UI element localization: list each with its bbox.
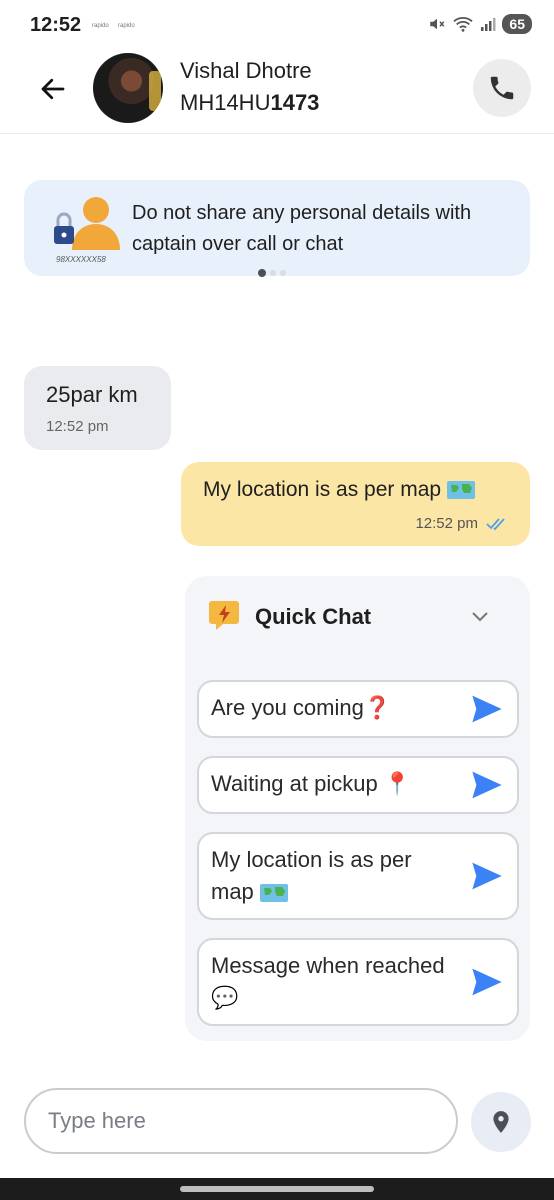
status-icons: 65 bbox=[428, 14, 532, 34]
outgoing-message[interactable]: My location is as per map 12:52 pm bbox=[181, 462, 530, 546]
carousel-dot[interactable] bbox=[270, 270, 276, 276]
wifi-icon bbox=[453, 17, 474, 32]
world-map-icon bbox=[446, 481, 475, 500]
privacy-message: Do not share any personal details with c… bbox=[132, 202, 472, 255]
privacy-banner: 98XXXXXX58 Do not share any personal det… bbox=[24, 180, 530, 276]
back-button[interactable] bbox=[36, 72, 70, 106]
quick-chat-option-label: My location is as per map bbox=[211, 847, 412, 904]
message-text: My location is as per map bbox=[203, 478, 508, 502]
message-time: 12:52 pm bbox=[415, 515, 478, 532]
chat-area[interactable]: 98XXXXXX58 Do not share any personal det… bbox=[0, 134, 554, 1080]
plate-prefix: MH14HU bbox=[180, 90, 271, 115]
quick-chat-option[interactable]: My location is as per map bbox=[197, 832, 519, 920]
message-text: 25par km bbox=[46, 382, 138, 407]
send-icon[interactable] bbox=[471, 770, 503, 800]
call-button[interactable] bbox=[473, 59, 531, 117]
chat-header: Vishal Dhotre MH14HU1473 bbox=[0, 52, 554, 134]
captain-avatar[interactable] bbox=[93, 53, 163, 123]
quick-chat-option-label: Are you coming❓ bbox=[211, 695, 392, 720]
quick-chat-option[interactable]: Waiting at pickup 📍 bbox=[197, 756, 519, 814]
send-icon[interactable] bbox=[471, 967, 503, 997]
quick-chat-lightning-icon bbox=[209, 601, 239, 630]
chevron-down-icon[interactable] bbox=[470, 606, 490, 626]
quick-chat-panel: Quick Chat Are you coming❓ Waiting at pi… bbox=[185, 576, 530, 1041]
carousel-dot[interactable] bbox=[280, 270, 286, 276]
quick-chat-option-label: Waiting at pickup 📍 bbox=[211, 771, 412, 796]
world-map-icon bbox=[259, 884, 288, 903]
message-composer bbox=[24, 1088, 458, 1154]
carousel-dot[interactable] bbox=[258, 269, 266, 277]
quick-chat-title: Quick Chat bbox=[255, 604, 372, 629]
send-icon[interactable] bbox=[471, 694, 503, 724]
mute-icon bbox=[430, 18, 445, 30]
captain-name: Vishal Dhotre bbox=[180, 58, 312, 83]
arrow-left-icon bbox=[41, 78, 65, 100]
double-check-icon bbox=[486, 517, 505, 530]
share-location-button[interactable] bbox=[471, 1092, 531, 1152]
phone-icon bbox=[490, 76, 514, 100]
carousel-dots bbox=[258, 269, 286, 277]
status-notification-label: rapido bbox=[92, 23, 109, 29]
status-bar: 12:52 rapido rapido 65 bbox=[0, 0, 554, 52]
incoming-message[interactable]: 25par km 12:52 pm bbox=[24, 366, 171, 450]
message-time: 12:52 pm bbox=[46, 418, 109, 435]
message-input[interactable] bbox=[26, 1090, 456, 1152]
plate-number: 1473 bbox=[270, 90, 320, 115]
battery-indicator: 65 bbox=[502, 14, 532, 34]
home-gesture-bar[interactable] bbox=[180, 1186, 374, 1192]
location-pin-icon bbox=[493, 1111, 509, 1133]
masked-number: 98XXXXXX58 bbox=[56, 255, 106, 264]
privacy-lock-icon: 98XXXXXX58 bbox=[54, 197, 120, 264]
quick-chat-option[interactable]: Are you coming❓ bbox=[197, 680, 519, 738]
message-meta: 12:52 pm bbox=[415, 515, 508, 532]
status-time: 12:52 bbox=[30, 14, 82, 36]
send-icon[interactable] bbox=[471, 861, 503, 891]
status-notification-label: rapido bbox=[118, 23, 135, 29]
vehicle-plate: MH14HU1473 bbox=[180, 90, 319, 116]
signal-icon bbox=[481, 18, 496, 31]
quick-chat-option[interactable]: Message when reached 💬 bbox=[197, 938, 519, 1026]
quick-chat-option-label: Message when reached 💬 bbox=[211, 953, 445, 1010]
